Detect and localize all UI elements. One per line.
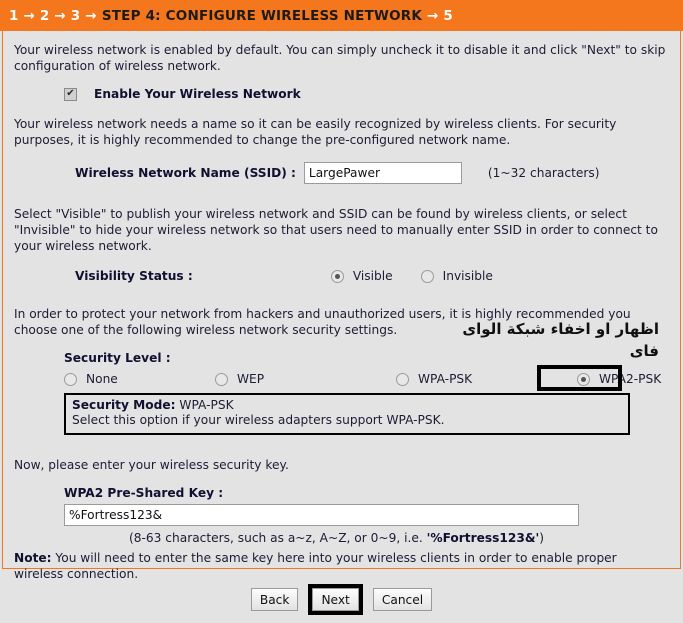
ssid-hint: (1~32 characters)	[487, 166, 600, 180]
wizard-steps-completed: 1 → 2 → 3 →	[9, 7, 97, 24]
enable-wireless-label: Enable Your Wireless Network	[94, 87, 301, 101]
psk-hint: (8-63 characters, such as a~z, A~Z, or 0…	[14, 530, 669, 546]
intro-paragraph: Your wireless network is enabled by defa…	[14, 43, 666, 73]
security-mode-info-box: Security Mode: WPA-PSK Select this optio…	[64, 393, 630, 435]
psk-hint-prefix: (8-63 characters, such as a~z, A~Z, or 0…	[129, 531, 427, 545]
security-level-options: None WEP WPA-PSK WPA2-PSK	[64, 371, 669, 387]
back-button[interactable]: Back	[250, 588, 299, 611]
visibility-label-invisible: Invisible	[442, 269, 493, 283]
psk-note: Note: You will need to enter the same ke…	[14, 550, 669, 582]
psk-label: WPA2 Pre-Shared Key :	[64, 486, 224, 500]
visibility-description: Select "Visible" to publish your wireles…	[14, 207, 658, 253]
security-label-wpa2-psk: WPA2-PSK	[599, 372, 662, 386]
security-mode-value: WPA-PSK	[179, 398, 234, 412]
cancel-button-wrap: Cancel	[372, 588, 433, 611]
security-radio-wpa2-psk[interactable]	[577, 372, 590, 386]
arabic-annotation: اظهار او اخفاء شبكة الواى فاى	[444, 318, 659, 362]
wizard-step-header: 1 → 2 → 3 → STEP 4: CONFIGURE WIRELESS N…	[0, 0, 683, 31]
wireless-setup-wizard-page: 1 → 2 → 3 → STEP 4: CONFIGURE WIRELESS N…	[0, 0, 683, 623]
cancel-button[interactable]: Cancel	[372, 588, 433, 611]
enable-wireless-row[interactable]: ✔ Enable Your Wireless Network	[14, 86, 669, 102]
page-title: STEP 4: CONFIGURE WIRELESS NETWORK	[101, 7, 423, 24]
visibility-label: Visibility Status :	[75, 269, 193, 283]
visibility-radio-visible[interactable]	[330, 269, 344, 283]
security-radio-wpa-psk[interactable]	[396, 372, 409, 386]
security-mode-label: Security Mode:	[72, 398, 176, 412]
security-mode-description: Select this option if your wireless adap…	[72, 413, 445, 427]
arabic-annotation-line-2: فاى	[629, 342, 659, 360]
wizard-content-panel: Your wireless network is enabled by defa…	[2, 31, 681, 581]
wizard-steps-remaining: → 5	[427, 7, 454, 24]
visibility-row: Visibility Status : Visible Invisible	[14, 268, 669, 284]
visibility-label-visible: Visible	[352, 269, 393, 283]
ssid-input[interactable]	[303, 162, 462, 184]
psk-note-label: Note:	[14, 551, 52, 565]
arabic-annotation-line-1: اظهار او اخفاء شبكة الواى	[462, 320, 659, 338]
security-mode-line: Security Mode: WPA-PSK	[72, 398, 622, 413]
security-label-wep: WEP	[237, 372, 265, 386]
enable-wireless-checkbox[interactable]: ✔	[64, 87, 77, 101]
psk-hint-suffix: )	[539, 531, 544, 545]
ssid-label: Wireless Network Name (SSID) :	[75, 166, 296, 180]
next-button-wrap: Next	[308, 584, 363, 615]
ssid-description: Your wireless network needs a name so it…	[14, 117, 617, 147]
security-label-none: None	[86, 372, 118, 386]
psk-note-text: You will need to enter the same key here…	[14, 551, 617, 581]
ssid-row: Wireless Network Name (SSID) : (1~32 cha…	[14, 162, 669, 184]
visibility-radio-invisible[interactable]	[420, 269, 434, 283]
wizard-footer: Back Next Cancel	[0, 584, 683, 615]
back-button-wrap: Back	[250, 588, 299, 611]
security-label-wpa-psk: WPA-PSK	[418, 372, 473, 386]
next-button[interactable]: Next	[312, 588, 359, 611]
psk-hint-example: '%Fortress123&'	[426, 531, 540, 545]
psk-input[interactable]	[64, 504, 579, 526]
key-intro: Now, please enter your wireless security…	[14, 458, 289, 472]
security-radio-none[interactable]	[64, 372, 77, 386]
security-radio-wep[interactable]	[215, 372, 228, 386]
